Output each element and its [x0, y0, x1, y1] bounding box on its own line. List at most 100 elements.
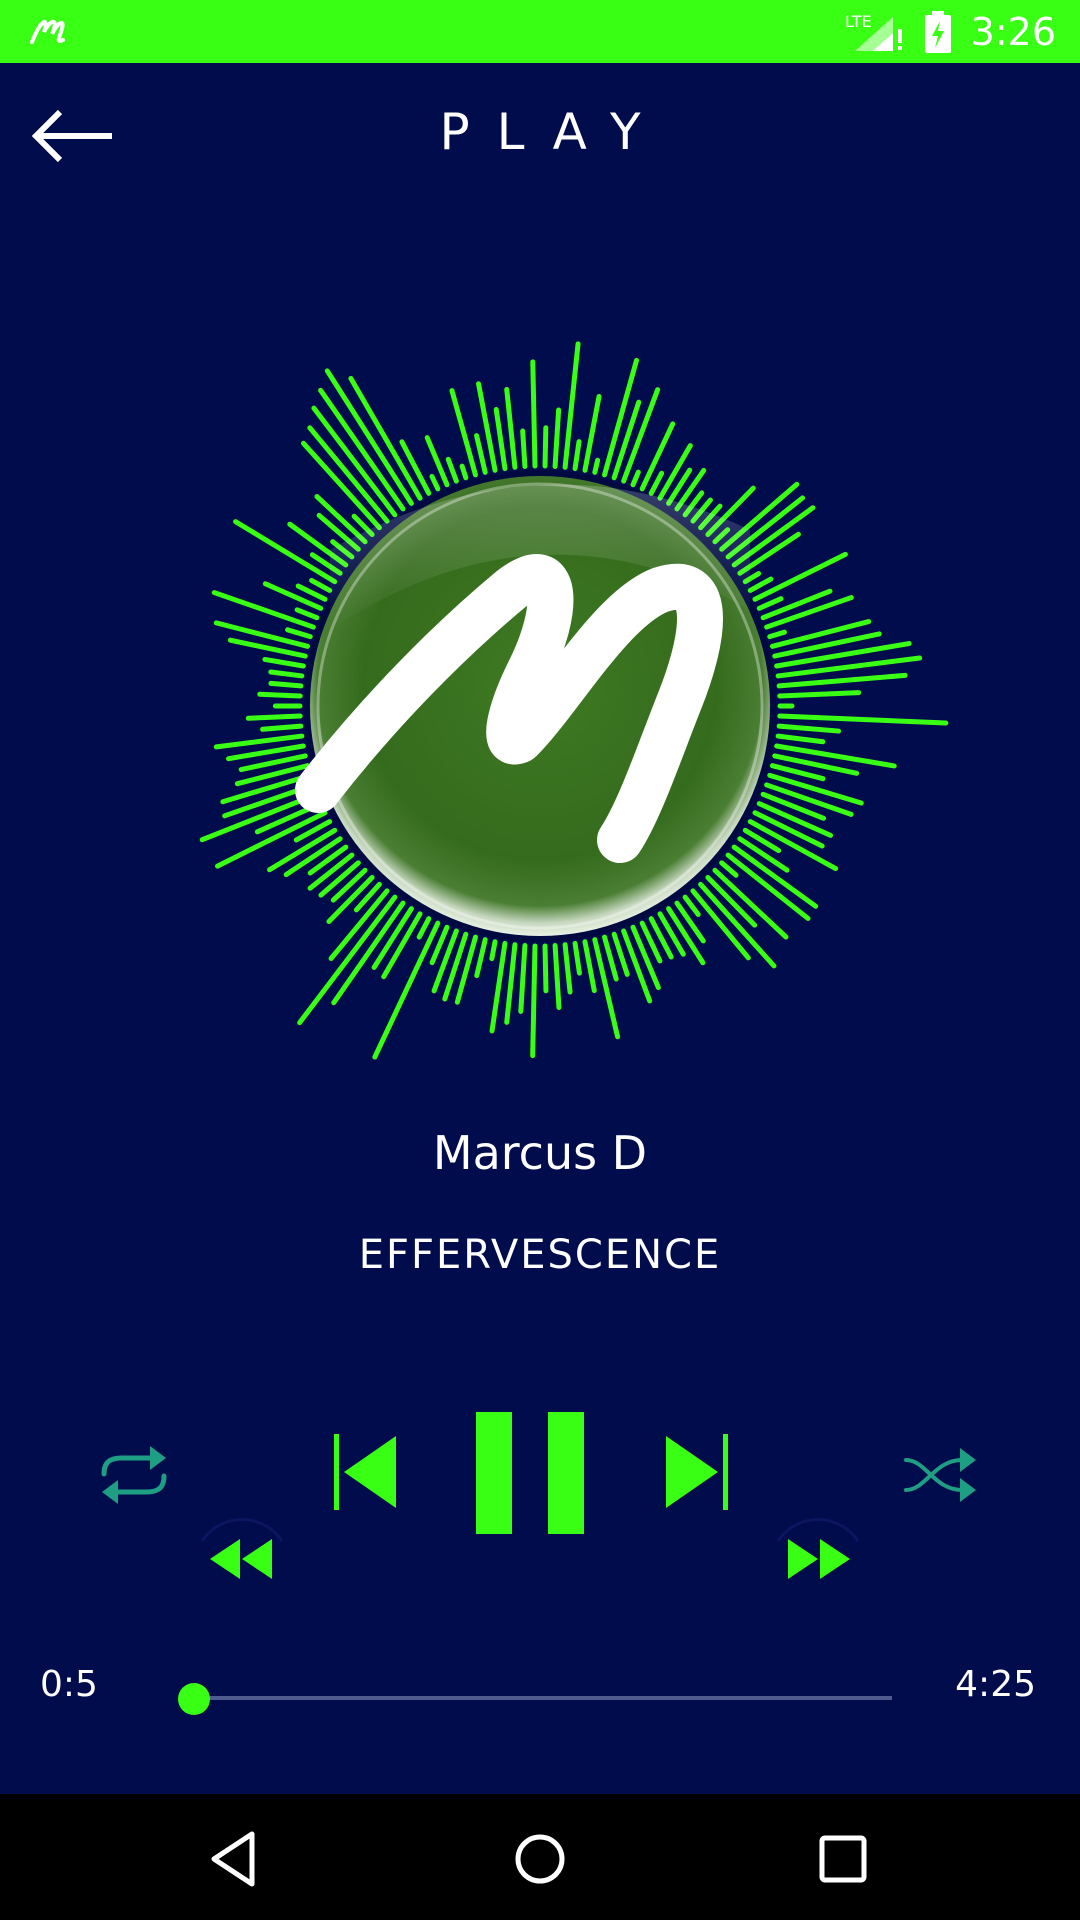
visualizer-bar [530, 359, 538, 469]
shuffle-button[interactable] [900, 1440, 980, 1510]
nav-recents-icon [819, 1835, 867, 1883]
visualizer-bar [268, 669, 305, 679]
visualizer-bar [489, 939, 498, 962]
pause-button[interactable] [472, 1410, 588, 1536]
visualizer-bar [592, 937, 621, 1040]
visualizer-bar [674, 900, 706, 944]
nav-back-button[interactable] [202, 1824, 272, 1894]
page-title: PLAY [439, 103, 668, 161]
seek-thumb[interactable] [178, 1683, 211, 1715]
visualizer-bar [760, 791, 827, 821]
visualizer-bar [518, 943, 528, 1014]
visualizer-bar [493, 406, 508, 472]
visualizer-bar [268, 680, 304, 689]
album-logo [295, 470, 776, 942]
visualizer-bar [474, 937, 488, 979]
navigation-bar [0, 1794, 1080, 1920]
rewind-icon [200, 1518, 284, 1579]
rewind-button[interactable] [190, 1505, 294, 1609]
previous-button[interactable] [330, 1430, 400, 1514]
svg-text:LTE: LTE [845, 12, 872, 31]
visualizer-bar [372, 920, 441, 1060]
visualizer-bar [416, 916, 432, 940]
visualizer-bar [431, 928, 459, 994]
visualizer-bar [756, 596, 784, 611]
visualizer-bar [504, 386, 518, 470]
visualizer-bar [698, 881, 777, 969]
visualizer-bar [769, 619, 872, 649]
visualizer-bar [285, 627, 313, 640]
skip-previous-icon [334, 1434, 396, 1510]
skip-next-icon [666, 1434, 728, 1510]
visualizer-bar [429, 473, 441, 492]
fast-forward-icon [776, 1518, 860, 1579]
visualizer-bar [572, 439, 582, 472]
visualizer-bar [690, 888, 751, 961]
visualizer-bar [213, 733, 305, 750]
fast-forward-button[interactable] [766, 1505, 870, 1609]
visualizer-bar [776, 672, 908, 689]
visualizer-bar [504, 942, 518, 1025]
nav-home-button[interactable] [505, 1824, 575, 1894]
nav-recents-button[interactable] [808, 1824, 878, 1894]
visualizer-bar [777, 713, 949, 726]
visualizer-bar [777, 690, 862, 699]
visualizer-bar [682, 894, 701, 917]
artist-name: Marcus D [432, 1126, 648, 1180]
visualizer-bar [459, 463, 469, 481]
visualizer-bar [552, 407, 562, 469]
visualizer-bar [294, 607, 320, 621]
visualizer-bar [572, 940, 582, 976]
visualizer-bar [602, 934, 619, 982]
status-bar: LTE 3:26 [0, 0, 1080, 63]
pause-icon [476, 1412, 584, 1534]
visualizer-bar [774, 743, 897, 769]
visualizer-bar [260, 723, 304, 732]
visualizer-bar [213, 620, 311, 649]
visualizer-bar [630, 469, 641, 488]
signal-lte-icon: LTE [843, 7, 907, 57]
visualizer-bar [474, 433, 488, 475]
nav-home-icon [515, 1834, 565, 1884]
visualizer-bar [449, 388, 478, 478]
audio-visualizer [199, 341, 949, 1060]
visualizer-bar [657, 911, 686, 957]
visualizer-bar [582, 939, 597, 994]
visualizer-bar [747, 576, 774, 593]
total-time: 4:25 [955, 1664, 1036, 1705]
repeat-button[interactable] [94, 1440, 174, 1510]
visualizer-bar [592, 457, 601, 475]
visualizer-bar [309, 577, 333, 593]
visualizer-bar [719, 860, 739, 878]
battery-charging-icon [923, 10, 953, 54]
current-time: 0:5 [40, 1664, 98, 1705]
visualizer-bar [262, 581, 324, 611]
visualizer-bar [767, 629, 787, 640]
visualizer-bar [330, 867, 368, 903]
song-title: EFFERVESCENCE [358, 1232, 722, 1278]
visualizer-bar [245, 713, 303, 721]
visualizer-bar [542, 943, 549, 994]
m-logo-icon [26, 10, 70, 54]
visualizer-bar [776, 723, 842, 734]
visualizer-bar [530, 943, 538, 1059]
seek-track [180, 1696, 892, 1700]
status-time: 3:26 [970, 9, 1056, 54]
visualizer-bar [262, 656, 306, 669]
shuffle-icon [904, 1448, 976, 1502]
visualizer-bar [775, 733, 826, 745]
visualizer-bar [257, 691, 303, 699]
visualizer-bar [307, 425, 390, 524]
visualizer-bar [648, 470, 665, 496]
visualizer-bar [307, 844, 349, 876]
repeat-icon [101, 1446, 167, 1504]
visualizer-bar [233, 519, 338, 585]
visualizer-bar [520, 428, 528, 469]
nav-back-icon [211, 1831, 255, 1887]
seek-bar[interactable] [178, 1678, 892, 1718]
visualizer-bar [562, 942, 573, 995]
visualizer-bar [552, 943, 562, 1011]
visualizer-bar [331, 900, 406, 1006]
next-button[interactable] [662, 1430, 732, 1514]
visualizer-bar [445, 456, 459, 484]
